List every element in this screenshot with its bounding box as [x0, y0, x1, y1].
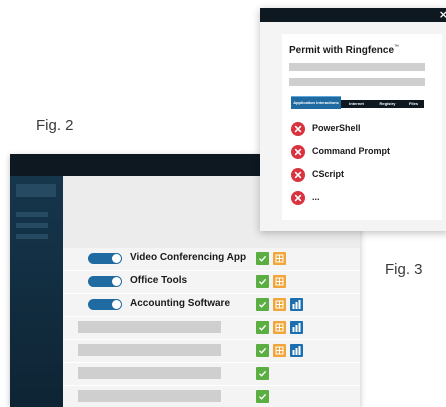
check-icon[interactable]: [256, 275, 269, 288]
network-icon[interactable]: [290, 298, 303, 311]
fig3-label: Fig. 3: [385, 261, 423, 278]
tab-files[interactable]: Files: [403, 100, 424, 108]
check-icon[interactable]: [256, 367, 269, 380]
blocked-x-icon: [291, 191, 305, 205]
list-item[interactable]: [63, 317, 360, 340]
check-icon[interactable]: [256, 390, 269, 403]
check-icon[interactable]: [256, 252, 269, 265]
panel-title: Permit with Ringfence™: [289, 44, 400, 56]
file-icon[interactable]: [273, 275, 286, 288]
blocked-item-label: PowerShell: [312, 123, 361, 133]
toggle-knob: [112, 254, 121, 263]
ringfence-panel: Permit with Ringfence™ Application Inter…: [282, 34, 442, 220]
app-name: Office Tools: [130, 275, 188, 286]
enable-toggle[interactable]: [88, 253, 122, 264]
tab-application-interactions[interactable]: Application Interactions: [291, 96, 341, 109]
dialog-titlebar: ×: [260, 8, 446, 22]
list-item[interactable]: Office Tools: [63, 271, 360, 294]
placeholder-bar: [78, 390, 221, 402]
file-icon[interactable]: [273, 298, 286, 311]
sidebar-item[interactable]: [16, 234, 48, 239]
tab-internet[interactable]: Internet: [341, 100, 372, 108]
blocked-item-label: ...: [312, 192, 320, 202]
fig2-label: Fig. 2: [36, 117, 74, 134]
list-item[interactable]: [63, 363, 360, 386]
trademark-symbol: ™: [394, 44, 400, 50]
network-icon[interactable]: [290, 321, 303, 334]
blocked-x-icon: [291, 122, 305, 136]
list-item[interactable]: Video Conferencing App: [63, 248, 360, 271]
check-icon[interactable]: [256, 344, 269, 357]
placeholder-bar: [289, 63, 425, 71]
placeholder-bar: [78, 344, 221, 356]
sidebar-item[interactable]: [16, 223, 48, 228]
toggle-knob: [112, 300, 121, 309]
file-icon[interactable]: [273, 321, 286, 334]
list-item[interactable]: Accounting Software: [63, 294, 360, 317]
list-item[interactable]: [63, 386, 360, 407]
tab-registry[interactable]: Registry: [372, 100, 403, 108]
sidebar-logo-placeholder: [16, 184, 56, 197]
enable-toggle[interactable]: [88, 299, 122, 310]
network-icon[interactable]: [290, 344, 303, 357]
blocked-x-icon: [291, 168, 305, 182]
file-icon[interactable]: [273, 344, 286, 357]
blocked-item-label: Command Prompt: [312, 146, 391, 156]
toggle-knob: [112, 277, 121, 286]
app-name: Accounting Software: [130, 298, 231, 309]
sidebar-item[interactable]: [16, 212, 48, 217]
placeholder-bar: [78, 321, 221, 333]
check-icon[interactable]: [256, 321, 269, 334]
file-icon[interactable]: [273, 252, 286, 265]
ringfence-dialog: × Permit with Ringfence™ Application Int…: [260, 8, 446, 231]
panel-title-text: Permit with Ringfence: [289, 45, 395, 56]
list-item[interactable]: [63, 340, 360, 363]
close-icon[interactable]: ×: [439, 8, 446, 22]
enable-toggle[interactable]: [88, 276, 122, 287]
check-icon[interactable]: [256, 298, 269, 311]
blocked-item-label: CScript: [312, 169, 345, 179]
application-list: Video Conferencing App Office Tools Accoun…: [63, 248, 360, 407]
placeholder-bar: [289, 78, 425, 86]
blocked-x-icon: [291, 145, 305, 159]
sidebar: [10, 176, 63, 407]
placeholder-bar: [78, 367, 221, 379]
app-name: Video Conferencing App: [130, 252, 247, 263]
tab-strip: Application Interactions Internet Regist…: [291, 96, 424, 109]
